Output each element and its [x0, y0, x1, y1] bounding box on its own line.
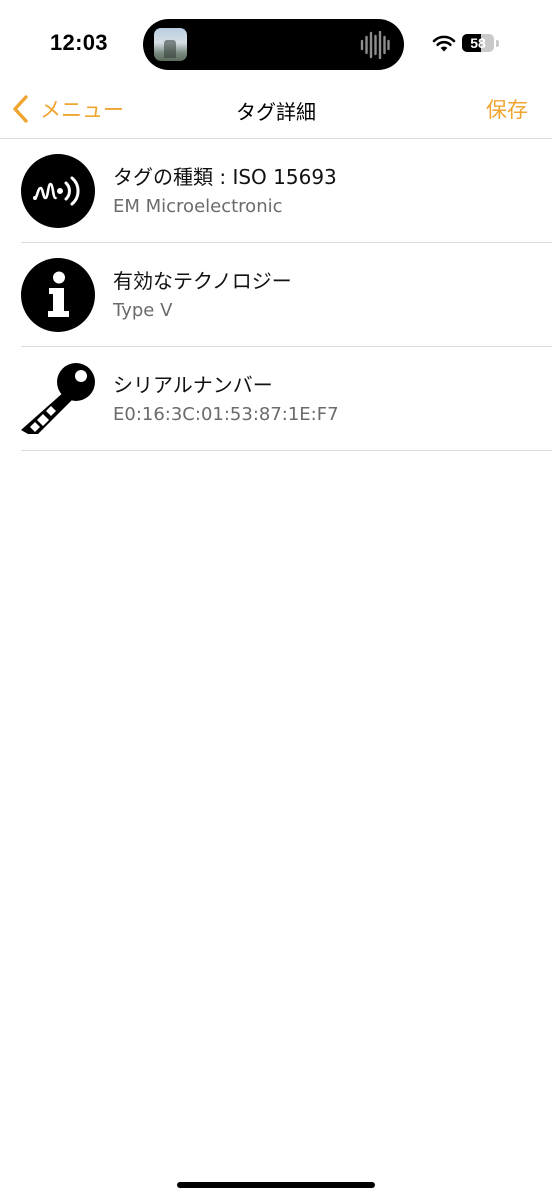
wifi-icon	[432, 35, 456, 52]
page-title: タグ詳細	[236, 100, 316, 124]
save-button[interactable]: 保存	[486, 94, 528, 124]
tag-detail-list: タグの種類 : ISO 15693 EM Microelectronic 有効な…	[0, 139, 552, 451]
key-icon	[21, 363, 95, 434]
row-value: Type V	[113, 300, 173, 321]
audio-waveform-icon	[360, 31, 390, 59]
info-icon	[21, 258, 95, 332]
battery-indicator: 58	[462, 34, 494, 52]
nfc-signal-icon	[21, 154, 95, 228]
battery-level: 58	[470, 35, 486, 51]
home-indicator[interactable]	[177, 1182, 375, 1188]
dynamic-island[interactable]	[143, 19, 404, 70]
now-playing-artwork[interactable]	[154, 28, 187, 61]
list-item-tag-type[interactable]: タグの種類 : ISO 15693 EM Microelectronic	[21, 139, 552, 243]
row-title: シリアルナンバー	[113, 373, 273, 397]
list-item-serial-number[interactable]: シリアルナンバー E0:16:3C:01:53:87:1E:F7	[21, 347, 552, 451]
status-time: 12:03	[50, 30, 108, 55]
status-bar: 12:03 58	[0, 0, 552, 90]
row-title: タグの種類 : ISO 15693	[113, 165, 337, 189]
list-item-technology[interactable]: 有効なテクノロジー Type V	[21, 243, 552, 347]
row-value: E0:16:3C:01:53:87:1E:F7	[113, 404, 339, 425]
navigation-bar: メニュー タグ詳細 保存	[0, 80, 552, 139]
row-title: 有効なテクノロジー	[113, 269, 292, 293]
battery-cap	[496, 40, 499, 47]
row-value: EM Microelectronic	[113, 196, 283, 217]
